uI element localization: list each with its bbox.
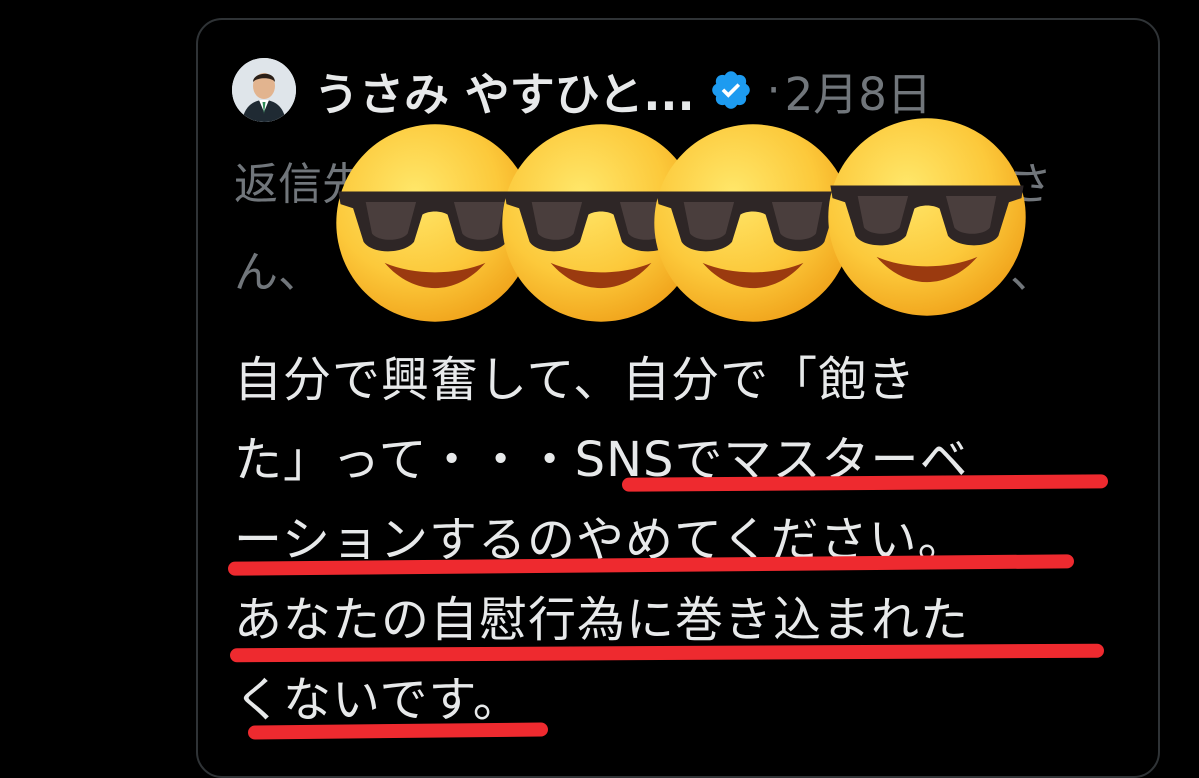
tweet-text-line-5: くないです。 <box>234 672 522 728</box>
author-name[interactable]: うさみ やすひと... <box>314 58 695 123</box>
avatar[interactable] <box>232 58 296 122</box>
avatar-photo <box>232 58 296 122</box>
separator-dot: · <box>766 64 781 116</box>
tweet-text-line-4: あなたの自慰行為に巻き込まれた <box>234 592 970 648</box>
sunglasses-emoji-icon <box>828 118 1026 316</box>
verified-badge-icon <box>711 71 750 109</box>
reply-context-line-2: ん、 <box>234 247 322 298</box>
tweet-text-line-1: 自分で興奮して、自分で「飽き <box>234 352 917 408</box>
